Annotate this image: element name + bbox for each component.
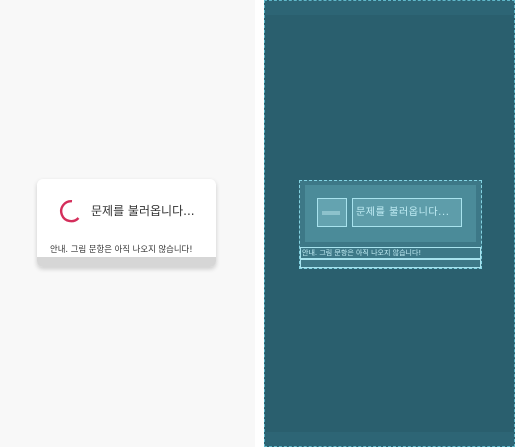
blueprint-title-text: 문제를 불러옵니다...: [356, 207, 450, 218]
blueprint-navigation-bar: [265, 432, 514, 446]
design-preview-pane: 문제를 불러옵니다... 안내. 그림 문항은 아직 나오지 않습니다!: [0, 0, 255, 447]
blueprint-pane: 문제를 불러옵니다... 안내. 그림 문항은 아직 나오지 않습니다!: [264, 0, 515, 447]
blueprint-progress-fill: [322, 211, 340, 215]
screen: 문제를 불러옵니다... 안내. 그림 문항은 아직 나오지 않습니다! 문제를…: [0, 0, 515, 447]
blueprint-note-textview[interactable]: 안내. 그림 문항은 아직 나오지 않습니다!: [300, 247, 481, 259]
loading-dialog: 문제를 불러옵니다... 안내. 그림 문항은 아직 나오지 않습니다!: [37, 179, 216, 267]
blueprint-progress-bar[interactable]: [317, 198, 347, 227]
dialog-content: 문제를 불러옵니다...: [37, 179, 216, 241]
notice-text: 안내. 그림 문항은 아직 나오지 않습니다!: [50, 244, 193, 254]
loading-spinner-icon: [60, 199, 80, 223]
dialog-bottom-bar: [37, 257, 216, 267]
blueprint-status-bar: [265, 1, 514, 15]
blueprint-note-text: 안내. 그림 문항은 아직 나오지 않습니다!: [302, 249, 422, 257]
blueprint-dialog[interactable]: 문제를 불러옵니다... 안내. 그림 문항은 아직 나오지 않습니다!: [299, 180, 482, 269]
blueprint-title-textview[interactable]: 문제를 불러옵니다...: [352, 198, 462, 227]
pane-divider: [255, 0, 264, 447]
loading-message: 문제를 불러옵니다...: [91, 204, 195, 218]
blueprint-bottom-view[interactable]: [300, 259, 481, 268]
